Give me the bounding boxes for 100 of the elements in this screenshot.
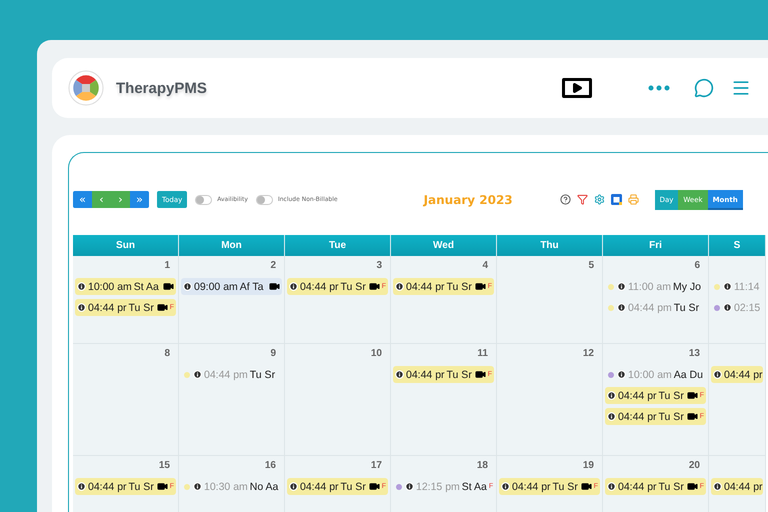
- event-time: 04:44 pr: [406, 368, 445, 380]
- date-number: 11: [477, 348, 488, 361]
- date-number: 8: [164, 348, 170, 361]
- client-initials: Tu Sr: [446, 368, 472, 380]
- date-number: 12: [582, 348, 594, 361]
- event-time: 04:44 pr: [406, 280, 445, 292]
- video-camera-icon: [156, 481, 168, 492]
- month-title: January 2023: [424, 192, 514, 206]
- video-camera-icon: [686, 411, 698, 422]
- date-number: 5: [588, 260, 594, 273]
- event-time: 04:44 pr: [618, 410, 657, 422]
- event-time: 11:00 am: [628, 280, 671, 292]
- info-icon: [723, 282, 732, 291]
- more-icon[interactable]: [648, 85, 670, 91]
- date-number: 15: [158, 460, 170, 473]
- date-number: 10: [370, 348, 382, 361]
- event-time: 04:44 pr: [618, 480, 657, 492]
- event-time: 11:14: [734, 280, 760, 292]
- video-camera-icon: [368, 481, 380, 492]
- client-initials: Tu Sr: [658, 480, 684, 492]
- nav-button[interactable]: »: [130, 191, 149, 208]
- info-icon: [405, 482, 414, 491]
- app-name: TherapyPMS: [116, 80, 207, 96]
- date-number: 1: [164, 260, 170, 273]
- info-icon: [395, 370, 404, 379]
- info-icon: [607, 412, 616, 421]
- toggle-switch[interactable]: [195, 194, 212, 204]
- event-time: 04:44 pr: [300, 480, 339, 492]
- client-initials: Tu Sr: [128, 480, 154, 492]
- client-initials: Aa Du: [674, 368, 703, 380]
- date-number: 13: [688, 348, 700, 361]
- appointment-block[interactable]: 09:00 am Af Ta: [181, 278, 282, 295]
- date-number: 6: [694, 260, 700, 273]
- info-icon: [617, 370, 626, 379]
- event-time: 10:00 am: [88, 280, 132, 292]
- video-camera-icon: [686, 390, 698, 401]
- day-header: Mon: [179, 235, 285, 256]
- date-number: 19: [582, 460, 594, 473]
- info-icon: [193, 370, 202, 379]
- event-time: 10:30 am: [204, 480, 248, 492]
- filter-icon[interactable]: [576, 194, 588, 205]
- client-initials: Tu Sr: [340, 480, 366, 492]
- event-time: 04:44 pr: [88, 480, 127, 492]
- client-initials: Tu Sr: [658, 410, 684, 422]
- client-initials: Tu Sr: [552, 480, 578, 492]
- info-icon: [501, 482, 510, 491]
- date-number: 3: [376, 260, 382, 273]
- info-icon: [723, 303, 732, 312]
- calendar-icon[interactable]: [610, 194, 622, 205]
- event-time: 02:15: [734, 302, 760, 314]
- printer-icon[interactable]: [628, 194, 639, 205]
- info-icon: [607, 391, 616, 400]
- video-camera-icon: [474, 281, 486, 292]
- info-icon: [77, 482, 86, 491]
- settings-icon[interactable]: [594, 194, 605, 205]
- client-initials: Tu Sr: [446, 280, 472, 292]
- play-icon[interactable]: [562, 78, 592, 98]
- logo-icon: [68, 70, 104, 106]
- client-initials: Tu Sr: [340, 280, 366, 292]
- help-icon[interactable]: [560, 194, 571, 205]
- info-icon: [183, 282, 192, 291]
- info-icon: [607, 482, 616, 491]
- video-camera-icon: [368, 281, 380, 292]
- date-number: 4: [482, 260, 488, 273]
- info-icon: [77, 282, 86, 291]
- client-initials: Tu Sr: [674, 302, 700, 314]
- event-time: 04:44 pr: [512, 480, 551, 492]
- video-camera-icon: [474, 369, 486, 380]
- info-icon: [395, 282, 404, 291]
- event-time: 04:44 pr: [724, 480, 763, 492]
- client-initials: Tu Sr: [658, 390, 684, 402]
- info-icon: [289, 282, 298, 291]
- info-icon: [713, 370, 722, 379]
- appointment-block[interactable]: 10:00 am St Aa: [75, 278, 176, 295]
- video-camera-icon: [580, 481, 592, 492]
- info-icon: [289, 482, 298, 491]
- nav-button[interactable]: «: [73, 191, 92, 208]
- day-header: Fri: [603, 235, 709, 256]
- event-time: 12:15 pm: [416, 480, 460, 492]
- client-initials: Af Ta: [240, 280, 264, 292]
- info-icon: [193, 482, 202, 491]
- appointment-block[interactable]: 04:44 pr: [711, 478, 763, 495]
- date-number: 2: [270, 260, 276, 273]
- event-time: 04:44 pr: [300, 280, 339, 292]
- day-header: S: [709, 235, 766, 256]
- day-header: Thu: [497, 235, 603, 256]
- video-camera-icon: [156, 302, 168, 313]
- video-camera-icon: [686, 481, 698, 492]
- event-time: 04:44 pm: [628, 302, 672, 314]
- client-initials: St Aa: [134, 280, 159, 292]
- chat-icon[interactable]: [694, 78, 714, 98]
- appointment-block[interactable]: 04:44 pr: [711, 366, 763, 383]
- day-header: Tue: [285, 235, 391, 256]
- event-time: 04:44 pm: [204, 368, 248, 380]
- event-time: 10:00 am: [628, 368, 672, 380]
- event-time: 09:00 am: [194, 280, 238, 292]
- client-initials: No Aa: [250, 480, 278, 492]
- event-time: 04:44 pr: [88, 302, 127, 314]
- event-time: 04:44 pr: [724, 368, 763, 380]
- toggle-switch[interactable]: [256, 194, 273, 204]
